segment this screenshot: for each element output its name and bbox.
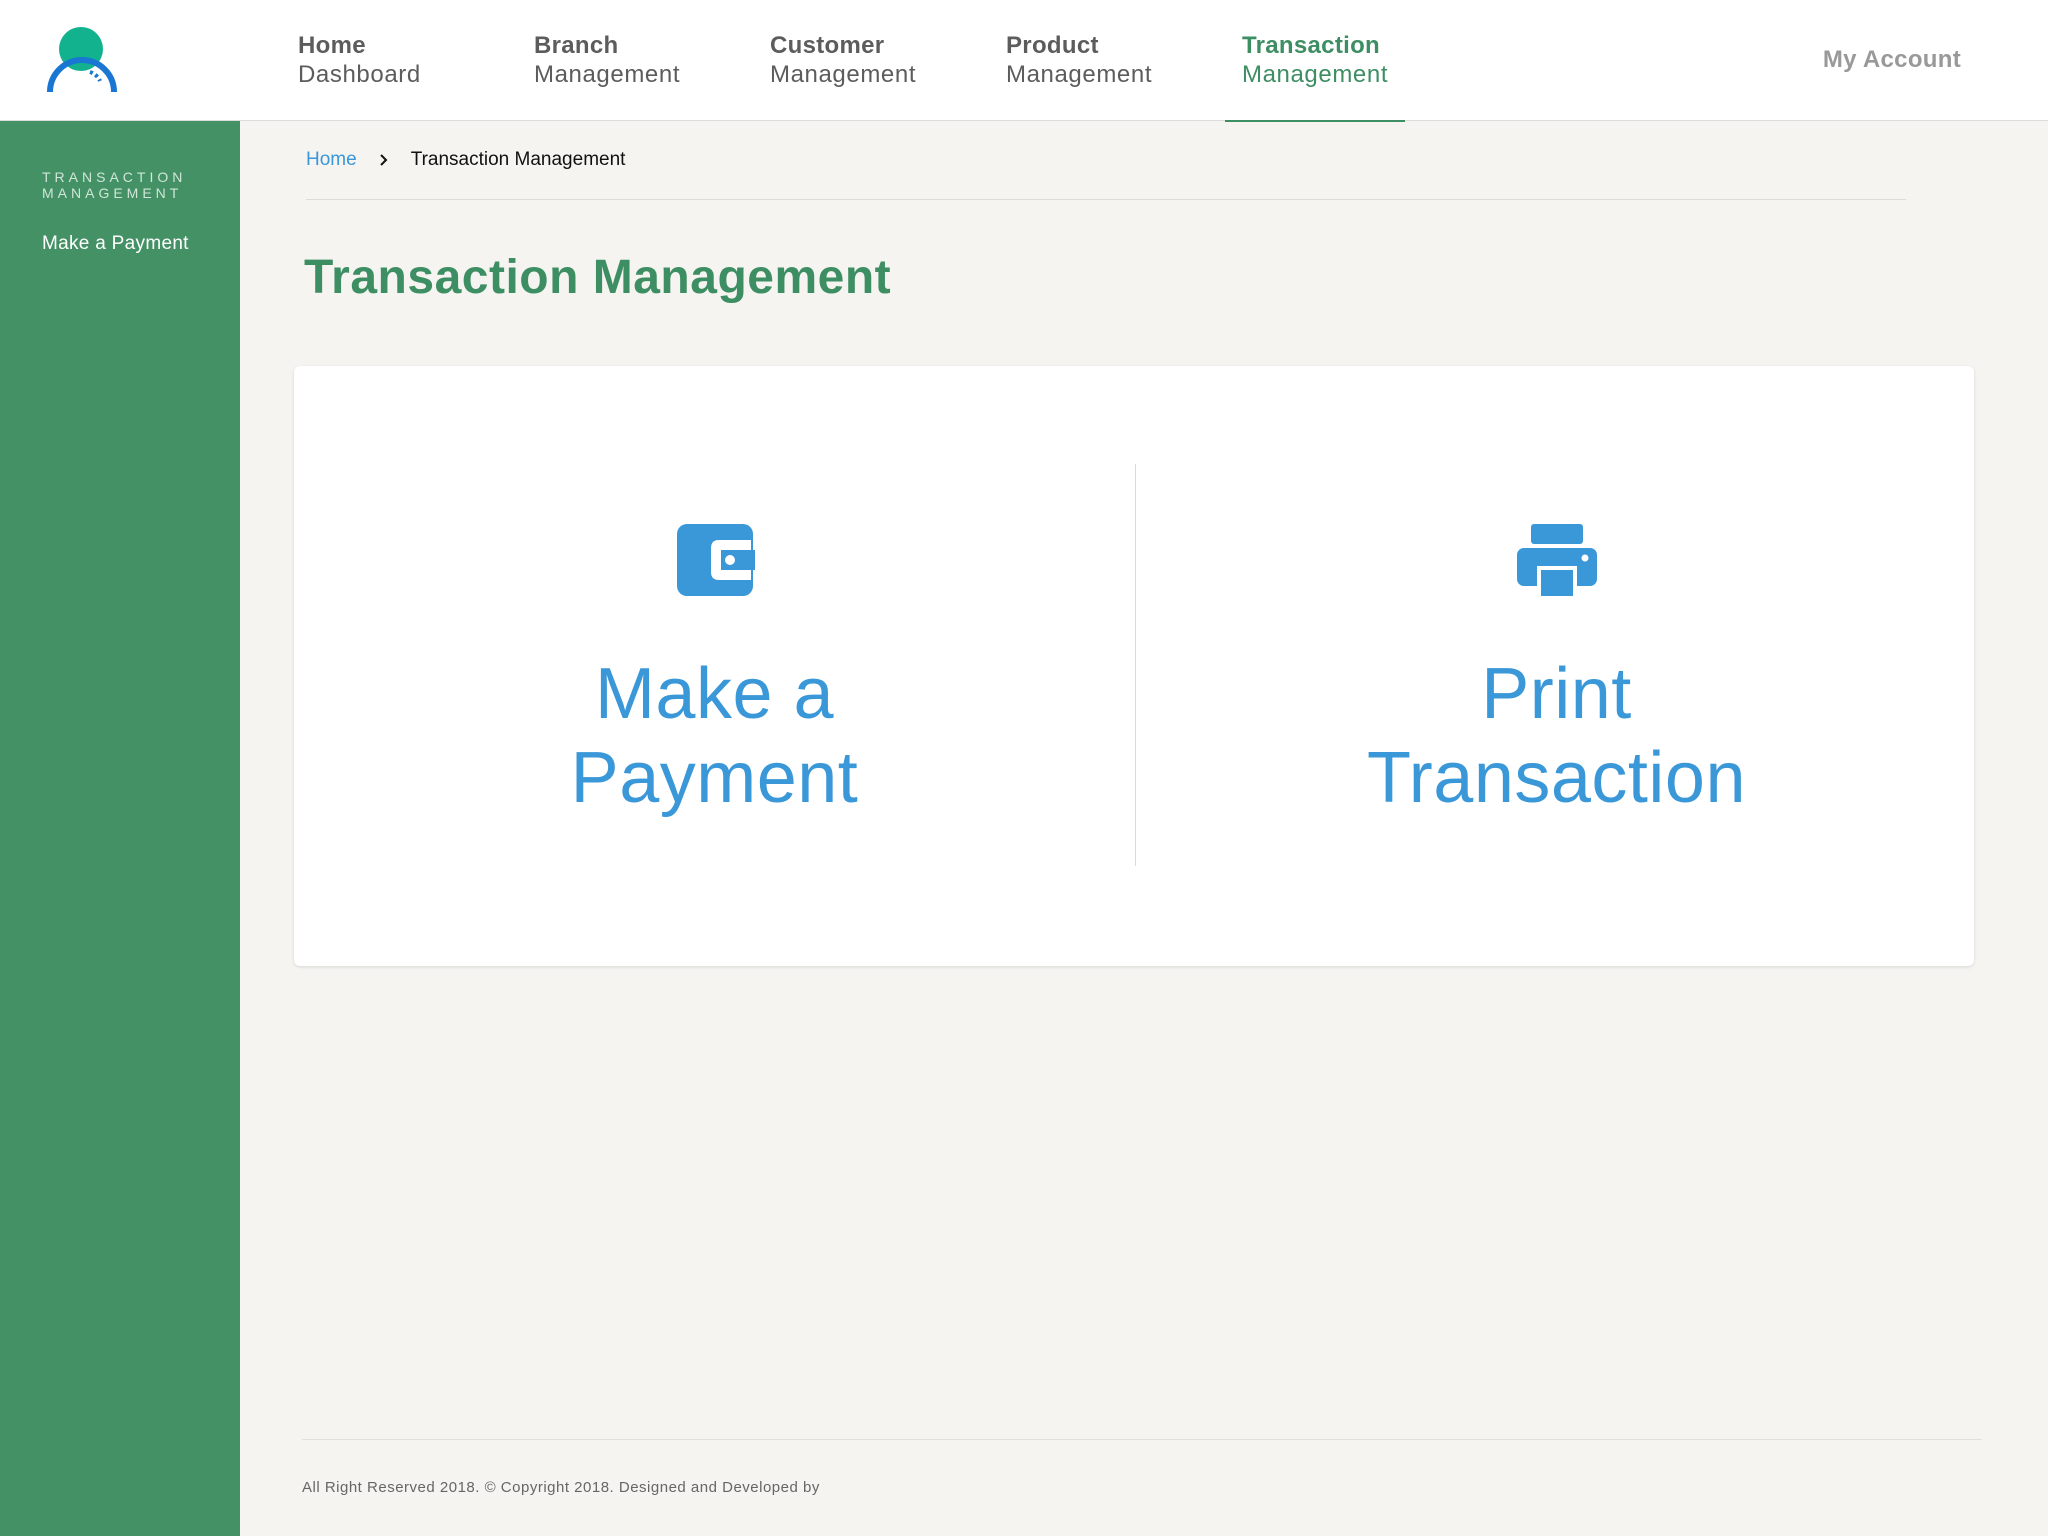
sidebar-heading: TRANSACTION MANAGEMENT	[42, 169, 187, 201]
nav-label-primary: Customer	[770, 32, 885, 59]
nav-label-primary: Transaction	[1242, 32, 1381, 59]
breadcrumb-current: Transaction Management	[410, 149, 626, 170]
nav-label-secondary: Dashboard	[298, 61, 421, 88]
sidebar-item-make-payment[interactable]: Make a Payment	[42, 233, 189, 255]
logo-icon[interactable]	[44, 26, 122, 96]
make-payment-label: Make a Payment	[570, 654, 859, 818]
page-title: Transaction Management	[304, 251, 892, 304]
nav-customer-management[interactable]: Customer Management	[770, 0, 916, 121]
sidebar: TRANSACTION MANAGEMENT Make a Payment	[0, 121, 240, 1536]
nav-transaction-management[interactable]: Transaction Management	[1224, 0, 1406, 122]
nav-label-secondary: Management	[770, 61, 917, 88]
breadcrumb-divider	[306, 199, 1906, 200]
breadcrumb-home-link[interactable]: Home	[306, 149, 357, 171]
nav-label-primary: Home	[298, 32, 366, 59]
nav-label-secondary: Management	[534, 61, 681, 88]
wallet-icon	[675, 522, 755, 598]
footer-text: All Right Reserved 2018. © Copyright 201…	[302, 1479, 820, 1496]
make-payment-tile[interactable]: Make a Payment	[294, 366, 1135, 966]
footer-divider	[302, 1439, 1982, 1440]
printer-icon	[1516, 522, 1597, 598]
actions-card: Make a Payment Print Transaction	[294, 366, 1974, 966]
nav-branch-management[interactable]: Branch Management	[534, 0, 680, 121]
top-navbar: Home Dashboard Branch Management Custome…	[0, 0, 2048, 122]
nav-label-primary: Product	[1006, 32, 1099, 59]
nav-product-management[interactable]: Product Management	[1006, 0, 1152, 121]
chevron-right-icon	[357, 153, 411, 167]
nav-label-primary: Branch	[534, 32, 619, 59]
nav-label-secondary: Management	[1006, 61, 1153, 88]
print-transaction-label: Print Transaction	[1367, 654, 1746, 818]
nav-label-secondary: Management	[1242, 61, 1389, 88]
print-transaction-tile[interactable]: Print Transaction	[1136, 366, 1977, 966]
my-account-link[interactable]: My Account	[1823, 46, 1961, 74]
nav-home-dashboard[interactable]: Home Dashboard	[298, 0, 421, 121]
breadcrumb: Home Transaction Management	[306, 148, 625, 172]
